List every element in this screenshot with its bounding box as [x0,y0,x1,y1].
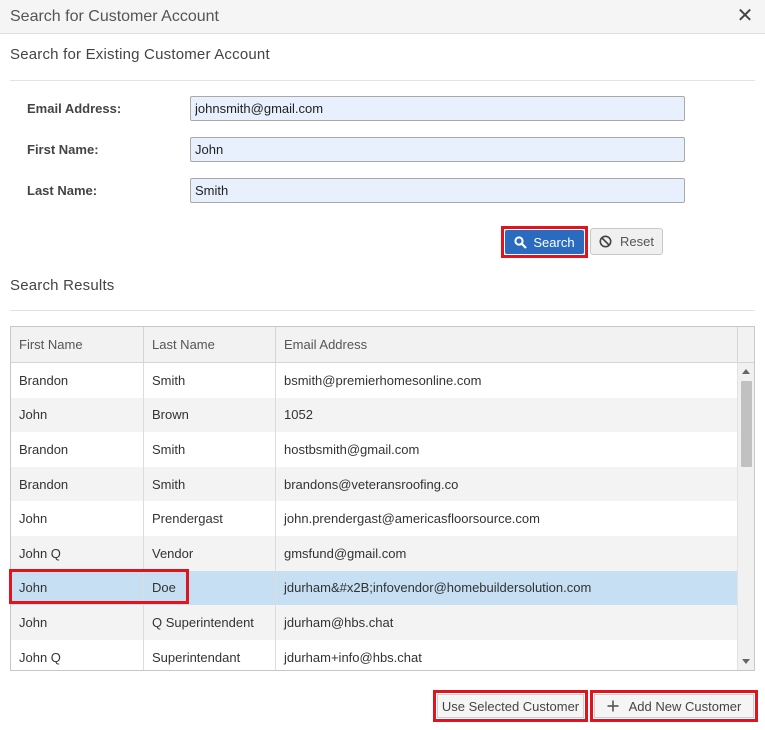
search-button-body[interactable]: Search [505,230,584,254]
results-grid: First Name Last Name Email Address Brand… [10,326,755,671]
results-section-title: Search Results [10,277,115,294]
search-button[interactable]: Search [501,226,588,258]
dialog-title: Search for Customer Account [10,7,219,25]
close-icon[interactable]: ✕ [735,6,755,27]
add-new-customer-label: Add New Customer [628,698,742,714]
table-row[interactable]: John Q Superintendant jdurham+info@hbs.c… [11,639,738,670]
cell-first-name: Brandon [11,432,144,467]
grid-header: First Name Last Name Email Address [11,327,754,363]
search-section-title: Search for Existing Customer Account [10,46,270,63]
table-row[interactable]: Brandon Smith brandons@veteransroofing.c… [11,466,738,502]
cell-email: bsmith@premierhomesonline.com [284,372,482,388]
search-icon [514,235,528,249]
use-selected-customer-label: Use Selected Customer [441,698,580,714]
ban-icon [599,235,612,248]
divider [10,80,755,81]
column-header-last-name[interactable]: Last Name [144,327,276,362]
grid-rows: Brandon Smith bsmith@premierhomesonline.… [11,363,738,670]
add-new-customer-body[interactable]: Add New Customer [594,694,754,718]
last-name-row: Last Name: [27,178,685,203]
cell-email: gmsfund@gmail.com [284,545,407,561]
cell-last-name: Superintendant [144,639,276,670]
cell-email: jdurham+info@hbs.chat [284,649,422,665]
email-row: Email Address: [27,96,685,121]
cell-last-name: Q Superintendent [144,605,276,640]
search-customer-dialog: Search for Customer Account ✕ Search for… [0,0,765,730]
selected-row-highlight [9,569,189,604]
cell-last-name: Prendergast [144,501,276,536]
add-new-customer-button[interactable]: Add New Customer [590,690,758,722]
cell-first-name: John [11,501,144,536]
email-label: Email Address: [27,101,122,116]
scrollbar-thumb[interactable] [741,381,752,467]
cell-first-name: Brandon [11,466,144,502]
divider [10,310,755,311]
plus-icon [607,700,619,712]
cell-first-name: John [11,397,144,433]
table-row[interactable]: Brandon Smith bsmith@premierhomesonline.… [11,363,738,398]
use-selected-customer-button[interactable]: Use Selected Customer [433,690,588,722]
cell-last-name: Vendor [144,535,276,571]
cell-email: hostbsmith@gmail.com [284,441,420,457]
last-name-field[interactable] [190,178,685,203]
last-name-label: Last Name: [27,183,98,198]
header-scroll-spacer [738,327,754,362]
cell-email: 1052 [284,407,313,423]
table-row[interactable]: John Brown 1052 [11,397,738,433]
scroll-up-icon[interactable] [742,369,750,374]
reset-button-label: Reset [620,234,654,249]
cell-last-name: Smith [144,466,276,502]
cell-first-name: John [11,605,144,640]
cell-email: jdurham&#x2B;infovendor@homebuildersolut… [284,580,592,596]
grid-scrollbar[interactable] [737,363,754,670]
cell-last-name: Smith [144,363,276,398]
email-field[interactable] [190,96,685,121]
cell-last-name: Brown [144,397,276,433]
dialog-titlebar: Search for Customer Account ✕ [0,0,765,34]
search-button-label: Search [533,234,575,250]
cell-first-name: John Q [11,535,144,571]
table-row[interactable]: John Q Superintendent jdurham@hbs.chat [11,605,738,640]
column-header-first-name[interactable]: First Name [11,327,144,362]
cell-email: jdurham@hbs.chat [284,614,394,630]
reset-button[interactable]: Reset [590,228,663,255]
scroll-down-icon[interactable] [742,659,750,664]
cell-first-name: Brandon [11,363,144,398]
first-name-field[interactable] [190,137,685,162]
cell-last-name: Smith [144,432,276,467]
table-row[interactable]: Brandon Smith hostbsmith@gmail.com [11,432,738,467]
cell-email: brandons@veteransroofing.co [284,476,459,492]
use-selected-customer-body[interactable]: Use Selected Customer [437,694,584,718]
table-row[interactable]: John Prendergast john.prendergast@americ… [11,501,738,536]
first-name-label: First Name: [27,142,99,157]
table-row[interactable]: John Q Vendor gmsfund@gmail.com [11,535,738,571]
first-name-row: First Name: [27,137,685,162]
cell-first-name: John Q [11,639,144,670]
column-header-email[interactable]: Email Address [276,327,738,362]
cell-email: john.prendergast@americasfloorsource.com [284,511,540,527]
